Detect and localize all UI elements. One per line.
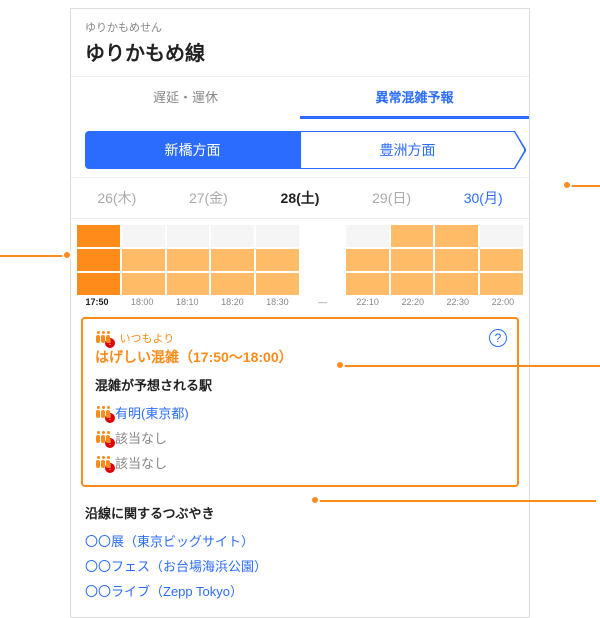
callout-dot	[335, 360, 345, 370]
line-name: ゆりかもめ線	[85, 37, 515, 66]
date-picker: 26(木) 27(金) 28(土) 29(日) 30(月)	[71, 177, 529, 219]
callout-dot	[62, 250, 72, 260]
tweet-link[interactable]: 〇〇フェス（お台場海浜公園）	[85, 553, 515, 578]
crowd-icon: !	[95, 431, 111, 445]
date-28[interactable]: 28(土)	[254, 178, 346, 218]
app-screen: ゆりかもめせん ゆりかもめ線 遅延・運休 異常混雑予報 新橋方面 豊洲方面 26…	[70, 8, 530, 618]
time-axis: 17:5018:0018:1018:2018:30—22:1022:2022:3…	[71, 295, 529, 309]
crowd-alert-icon: !	[95, 331, 111, 345]
tweets-title: 沿線に関するつぶやき	[85, 503, 515, 522]
help-icon[interactable]: ?	[489, 329, 507, 347]
tweets-section: 沿線に関するつぶやき 〇〇展（東京ビッグサイト） 〇〇フェス（お台場海浜公園） …	[71, 495, 529, 617]
station-row: !該当なし	[95, 425, 505, 450]
congestion-card: ! いつもより はげしい混雑（17:50〜18:00） ? 混雑が予想される駅 …	[81, 317, 519, 487]
date-30[interactable]: 30(月)	[437, 178, 529, 218]
stations-title: 混雑が予想される駅	[95, 375, 505, 394]
date-26[interactable]: 26(木)	[71, 178, 163, 218]
congestion-grid: 17:5018:0018:1018:2018:30—22:1022:2022:3…	[71, 219, 529, 309]
tweet-link[interactable]: 〇〇展（東京ビッグサイト）	[85, 528, 515, 553]
congestion-main: はげしい混雑（17:50〜18:00）	[95, 347, 505, 367]
tab-bar: 遅延・運休 異常混雑予報	[71, 76, 529, 119]
congestion-prefix: いつもより	[119, 333, 174, 345]
station-row[interactable]: !有明(東京都)	[95, 400, 505, 425]
crowd-icon: !	[95, 406, 111, 420]
station-row: !該当なし	[95, 450, 505, 475]
header: ゆりかもめせん ゆりかもめ線	[71, 9, 529, 76]
tab-forecast[interactable]: 異常混雑予報	[300, 77, 529, 119]
direction-toggle: 新橋方面 豊洲方面	[71, 119, 529, 177]
callout-dot	[562, 180, 572, 190]
callout-line	[0, 255, 68, 257]
callout-line	[340, 365, 600, 367]
callout-dot	[310, 495, 320, 505]
date-27[interactable]: 27(金)	[163, 178, 255, 218]
direction-shimbashi[interactable]: 新橋方面	[85, 131, 300, 169]
date-29[interactable]: 29(日)	[346, 178, 438, 218]
line-kana: ゆりかもめせん	[85, 19, 515, 35]
tweet-link[interactable]: 〇〇ライブ（Zepp Tokyo）	[85, 578, 515, 603]
callout-line	[316, 500, 596, 502]
direction-toyosu[interactable]: 豊洲方面	[300, 131, 515, 169]
crowd-icon: !	[95, 456, 111, 470]
tab-delay[interactable]: 遅延・運休	[71, 77, 300, 119]
